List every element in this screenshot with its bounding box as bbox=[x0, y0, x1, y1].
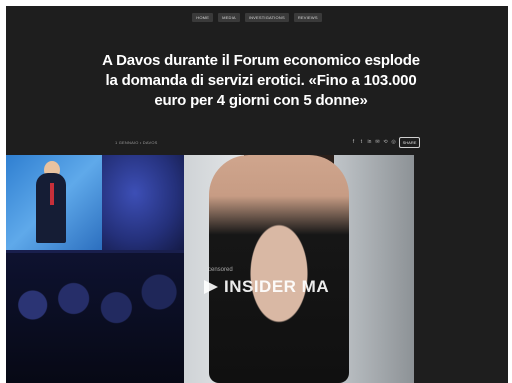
watermark-small: censored bbox=[208, 267, 233, 273]
category-nav: Home Media Investigations Reviews bbox=[6, 13, 508, 22]
article-image-left bbox=[6, 155, 184, 383]
right-margin bbox=[414, 155, 508, 383]
category-reviews[interactable]: Reviews bbox=[293, 13, 322, 22]
share-icon[interactable]: ⟲ bbox=[383, 139, 388, 145]
stage-light bbox=[102, 155, 184, 250]
linkedin-icon[interactable]: in bbox=[367, 139, 372, 145]
category-investigations[interactable]: Investigations bbox=[244, 13, 289, 22]
facebook-icon[interactable]: f bbox=[351, 139, 356, 145]
article-image-right: censored INSIDER MA bbox=[184, 155, 414, 383]
share-icons: f t in ✉ ⟲ ◎ bbox=[351, 139, 396, 145]
share-button[interactable]: SHARE bbox=[399, 137, 420, 148]
telegram-icon bbox=[204, 280, 218, 294]
article-date: 1 GENNAIO • DAVOS bbox=[115, 140, 158, 145]
insider-watermark: INSIDER MA bbox=[204, 277, 329, 297]
email-icon[interactable]: ✉ bbox=[375, 139, 380, 145]
article-headline: A Davos durante il Forum economico esplo… bbox=[102, 52, 420, 109]
article-meta: 1 GENNAIO • DAVOS f t in ✉ ⟲ ◎ SHARE bbox=[115, 137, 420, 149]
category-home[interactable]: Home bbox=[192, 13, 214, 22]
stage-screen bbox=[6, 155, 102, 250]
audience-crowd bbox=[6, 253, 184, 383]
page-container: Home Media Investigations Reviews A Davo… bbox=[6, 6, 508, 383]
whatsapp-icon[interactable]: ◎ bbox=[391, 139, 396, 145]
watermark-text: INSIDER MA bbox=[224, 277, 330, 296]
twitter-icon[interactable]: t bbox=[359, 139, 364, 145]
speaker-tie bbox=[50, 183, 54, 205]
category-media[interactable]: Media bbox=[218, 13, 240, 22]
